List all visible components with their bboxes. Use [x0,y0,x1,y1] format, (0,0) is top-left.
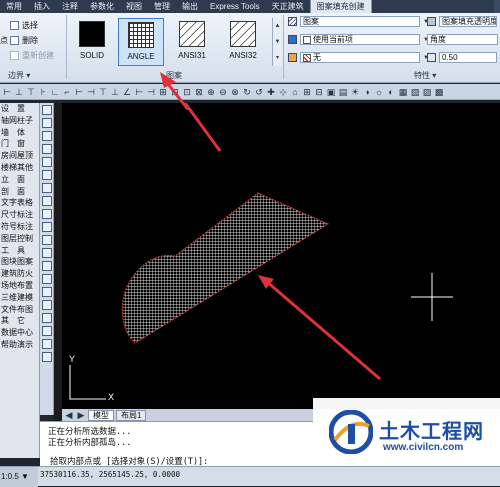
tool-icon[interactable] [41,235,52,245]
tab-layout1[interactable]: 布局1 [116,409,147,421]
tool-icon[interactable] [41,209,52,219]
watermark-url: www.civilcn.com [383,442,464,453]
watermark-brand: 土木工程网 [379,421,484,443]
hatch-region[interactable] [121,192,330,344]
tool-icon[interactable] [41,274,52,284]
side-menu-item-site[interactable]: 场地布置 [0,280,39,292]
side-menu-item-help[interactable]: 帮助演示 [0,339,39,351]
side-menu-item-layers[interactable]: 图层控制 [0,233,39,245]
side-menu-item-dimensions[interactable]: 尺寸标注 [0,209,39,221]
annotation-arrow-top [160,72,191,110]
side-menu-item-3d[interactable]: 三维建模 [0,292,39,304]
crosshair-cursor [411,273,453,321]
side-menu-item-stairs[interactable]: 楼梯其他 [0,162,39,174]
tool-icon[interactable] [41,313,52,323]
tool-icon[interactable] [41,144,52,154]
tool-icon[interactable] [41,170,52,180]
tool-icon[interactable] [41,131,52,141]
side-menu-item-fire[interactable]: 建筑防火 [0,268,39,280]
vertical-tool-strip [40,103,54,415]
tool-icon[interactable] [41,326,52,336]
side-menu-item-blocks[interactable]: 图块图案 [0,256,39,268]
side-menu-item-data-center[interactable]: 数据中心 [0,327,39,339]
ucs-x-label: X [108,392,114,402]
side-menu-item-rooms-roof[interactable]: 房间屋顶 [0,150,39,162]
tab-nav-last-icon[interactable]: ▶ [76,410,86,420]
tool-icon[interactable] [41,222,52,232]
palette-edge [54,103,62,425]
tangent-menu-panel: 设 置 轴网柱子 墙 体 门 窗 房间屋顶 楼梯其他 立 面 剖 面 文字表格 … [0,103,40,458]
tool-icon[interactable] [41,352,52,362]
annotation-arrow [258,275,381,381]
ucs-y-label: Y [69,354,75,364]
side-menu-item-doors-windows[interactable]: 门 窗 [0,138,39,150]
tab-model[interactable]: 模型 [88,409,114,421]
tool-icon[interactable] [41,196,52,206]
tool-icon[interactable] [41,248,52,258]
side-menu-item-text-tables[interactable]: 文字表格 [0,197,39,209]
side-menu-item-elevation[interactable]: 立 面 [0,174,39,186]
watermark: 土木工程网 www.civilcn.com [313,398,500,466]
command-history-line: 正在分析内部孤岛... [48,438,132,448]
tool-icon[interactable] [41,183,52,193]
side-menu-item-section[interactable]: 剖 面 [0,186,39,198]
tab-nav-first-icon[interactable]: ◀ [64,410,74,420]
tool-icon[interactable] [41,339,52,349]
side-menu-item-walls[interactable]: 墙 体 [0,127,39,139]
tool-icon[interactable] [41,300,52,310]
civilcn-logo-icon [329,410,373,454]
cursor-coordinates: 37530116.35, 2565145.25, 0.0000 [40,470,180,479]
tool-icon[interactable] [41,261,52,271]
tool-icon[interactable] [41,118,52,128]
annotation-arrow [183,103,222,152]
tool-icon[interactable] [41,287,52,297]
side-menu-item-other[interactable]: 其 它 [0,315,39,327]
side-menu-item-tools[interactable]: 工 具 [0,245,39,257]
drawing-canvas[interactable]: Y X [62,103,500,413]
side-menu-item-axis-grid[interactable]: 轴网柱子 [0,115,39,127]
annotation-scale[interactable]: 1:0.5 ▼ [0,467,38,487]
tool-icon[interactable] [41,157,52,167]
drawing-svg: Y X [69,103,453,402]
status-bar: 1:0.5 ▼ 37530116.35, 2565145.25, 0.0000 [0,466,500,487]
side-menu-item-layout[interactable]: 文件布图 [0,304,39,316]
ucs-icon [69,365,106,400]
side-menu-item-symbols[interactable]: 符号标注 [0,221,39,233]
